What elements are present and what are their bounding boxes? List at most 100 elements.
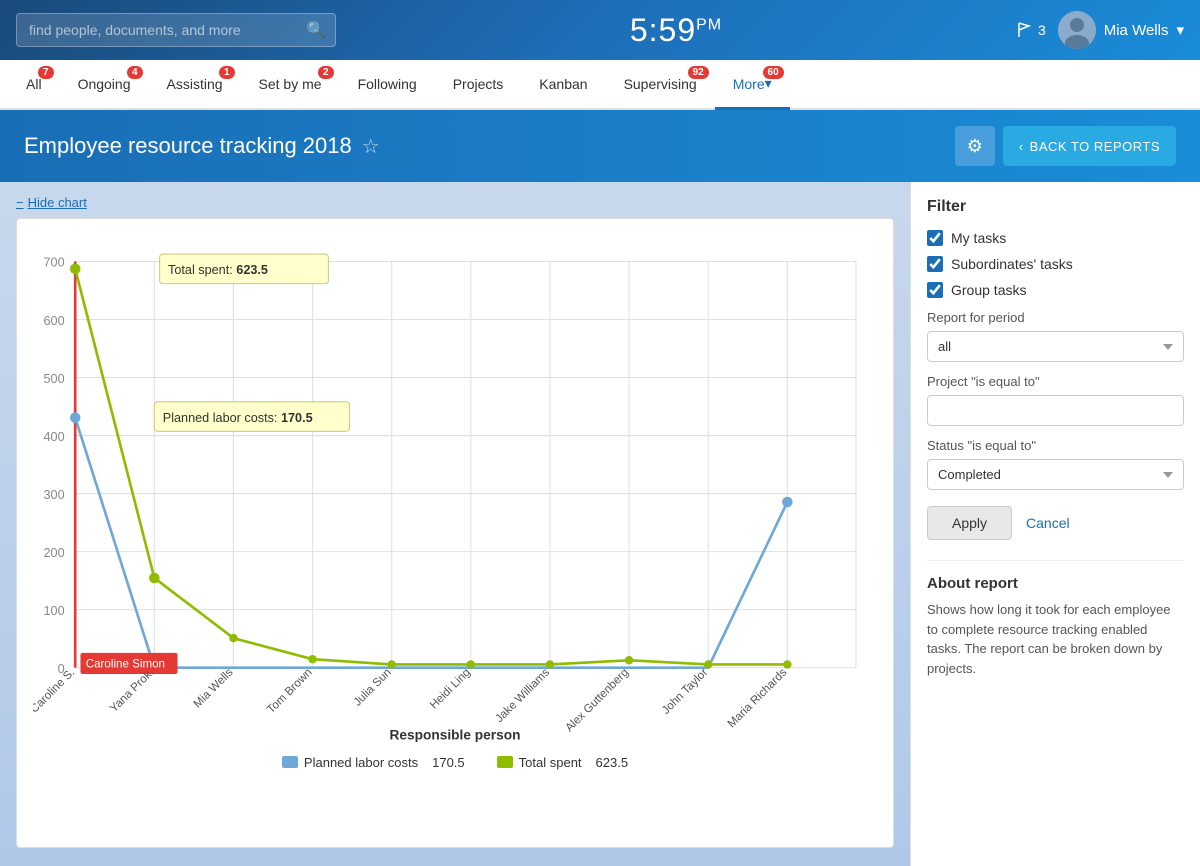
svg-text:Jake Williams: Jake Williams (493, 666, 552, 725)
dot-total-julia (387, 660, 395, 668)
cancel-button[interactable]: Cancel (1022, 506, 1074, 540)
project-input[interactable] (927, 395, 1184, 426)
about-text: Shows how long it took for each employee… (927, 600, 1184, 678)
dot-total-john (704, 660, 712, 668)
svg-text:100: 100 (44, 604, 65, 618)
tab-following[interactable]: Following (340, 60, 435, 110)
tab-projects[interactable]: Projects (435, 60, 522, 110)
tab-ongoing[interactable]: Ongoing 4 (60, 60, 149, 110)
nav-tabs: All 7 Ongoing 4 Assisting 1 Set by me 2 … (0, 60, 1200, 110)
chart-area: − Hide chart 700 600 500 400 300 200 100… (0, 182, 910, 866)
group-tasks-checkbox[interactable] (927, 282, 943, 298)
page-header: Employee resource tracking 2018 ☆ ⚙ ‹ BA… (0, 110, 1200, 182)
tab-supervising[interactable]: Supervising 92 (606, 60, 715, 110)
badge-set-by-me: 2 (318, 66, 334, 79)
chart-legend: Planned labor costs 170.5 Total spent 62… (33, 755, 877, 770)
back-arrow-icon: ‹ (1019, 139, 1024, 154)
svg-text:700: 700 (44, 256, 65, 270)
dot-total-tom (308, 655, 316, 663)
page-title-area: Employee resource tracking 2018 ☆ (24, 133, 380, 159)
dot-total-caroline (70, 264, 81, 275)
svg-text:Heidi Ling: Heidi Ling (427, 666, 473, 712)
page-title: Employee resource tracking 2018 (24, 133, 352, 159)
svg-text:200: 200 (44, 546, 65, 560)
svg-text:Mia Wells: Mia Wells (191, 666, 236, 711)
dot-total-alex (625, 656, 633, 664)
status-select[interactable]: Completed In progress Deferred Not start… (927, 459, 1184, 490)
search-icon: 🔍 (306, 20, 326, 40)
caroline-label-text: Caroline Simon (86, 658, 165, 671)
status-label: Status "is equal to" (927, 438, 1184, 453)
tab-more[interactable]: More ▾ 60 (715, 60, 790, 110)
about-title: About report (927, 575, 1184, 592)
dot-planned-caroline (70, 412, 81, 423)
line-chart: 700 600 500 400 300 200 100 0 (33, 235, 877, 742)
subordinates-label[interactable]: Subordinates' tasks (951, 256, 1073, 272)
svg-text:Caroline S.: Caroline S. (33, 666, 77, 716)
topbar: 🔍 5:59PM 3 Mia Wells ▾ (0, 0, 1200, 60)
chart-container: 700 600 500 400 300 200 100 0 (16, 218, 894, 848)
x-axis-label: Responsible person (390, 727, 521, 741)
dot-total-jake (546, 660, 554, 668)
svg-text:600: 600 (44, 314, 65, 328)
total-spent-line (75, 269, 787, 665)
period-select[interactable]: all today this week this month custom (927, 331, 1184, 362)
settings-button[interactable]: ⚙ (955, 126, 995, 166)
legend-total: Total spent 623.5 (497, 755, 628, 770)
badge-supervising: 92 (688, 66, 709, 79)
planned-costs-line (75, 418, 787, 668)
my-tasks-checkbox[interactable] (927, 230, 943, 246)
apply-button[interactable]: Apply (927, 506, 1012, 540)
minus-icon: − (16, 195, 24, 210)
subordinates-checkbox[interactable] (927, 256, 943, 272)
header-actions: ⚙ ‹ BACK TO REPORTS (955, 126, 1176, 166)
dot-planned-maria (782, 497, 793, 508)
dot-total-heidi (467, 660, 475, 668)
favorite-star-icon[interactable]: ☆ (362, 134, 380, 159)
my-tasks-label[interactable]: My tasks (951, 230, 1006, 246)
chevron-down-icon: ▾ (1176, 21, 1184, 39)
dot-total-mia (229, 634, 237, 642)
badge-more: 60 (763, 66, 784, 79)
tab-kanban[interactable]: Kanban (521, 60, 605, 110)
legend-total-color (497, 756, 513, 768)
tab-assisting[interactable]: Assisting 1 (149, 60, 241, 110)
avatar (1058, 11, 1096, 49)
svg-text:Maria Richards: Maria Richards (725, 666, 789, 730)
main-content: − Hide chart 700 600 500 400 300 200 100… (0, 182, 1200, 866)
dot-total-yana (149, 573, 160, 584)
tooltip-total-text: Total spent: 623.5 (168, 263, 268, 277)
group-tasks-label[interactable]: Group tasks (951, 282, 1026, 298)
tab-set-by-me[interactable]: Set by me 2 (241, 60, 340, 110)
user-menu[interactable]: Mia Wells ▾ (1058, 11, 1184, 49)
badge-assisting: 1 (219, 66, 235, 79)
svg-text:400: 400 (44, 430, 65, 444)
search-input[interactable] (16, 13, 336, 47)
clock-display: 5:59PM (348, 12, 1004, 49)
legend-planned: Planned labor costs 170.5 (282, 755, 465, 770)
filter-panel: Filter My tasks Subordinates' tasks Grou… (910, 182, 1200, 866)
svg-text:Alex Guttenberg: Alex Guttenberg (563, 666, 631, 734)
back-to-reports-button[interactable]: ‹ BACK TO REPORTS (1003, 126, 1176, 166)
legend-planned-color (282, 756, 298, 768)
flag-icon (1016, 21, 1034, 39)
username: Mia Wells (1104, 22, 1169, 39)
x-axis-labels: Caroline S. Yana Prok. Mia Wells Tom Bro… (33, 666, 790, 735)
filter-title: Filter (927, 198, 1184, 216)
svg-text:Tom Brown: Tom Brown (264, 666, 314, 716)
subordinates-row: Subordinates' tasks (927, 256, 1184, 272)
tab-all[interactable]: All 7 (8, 60, 60, 110)
about-report: About report Shows how long it took for … (927, 560, 1184, 678)
svg-text:500: 500 (44, 372, 65, 386)
badge-all: 7 (38, 66, 54, 79)
dot-total-maria (783, 660, 791, 668)
badge-ongoing: 4 (127, 66, 143, 79)
svg-text:Julia Sun: Julia Sun (351, 666, 394, 709)
period-label: Report for period (927, 310, 1184, 325)
group-tasks-row: Group tasks (927, 282, 1184, 298)
hide-chart-link[interactable]: − Hide chart (16, 195, 87, 210)
svg-text:John Taylor: John Taylor (659, 666, 710, 717)
tooltip-planned-text: Planned labor costs: 170.5 (163, 411, 313, 425)
flag-badge[interactable]: 3 (1016, 21, 1046, 39)
svg-text:300: 300 (44, 488, 65, 502)
